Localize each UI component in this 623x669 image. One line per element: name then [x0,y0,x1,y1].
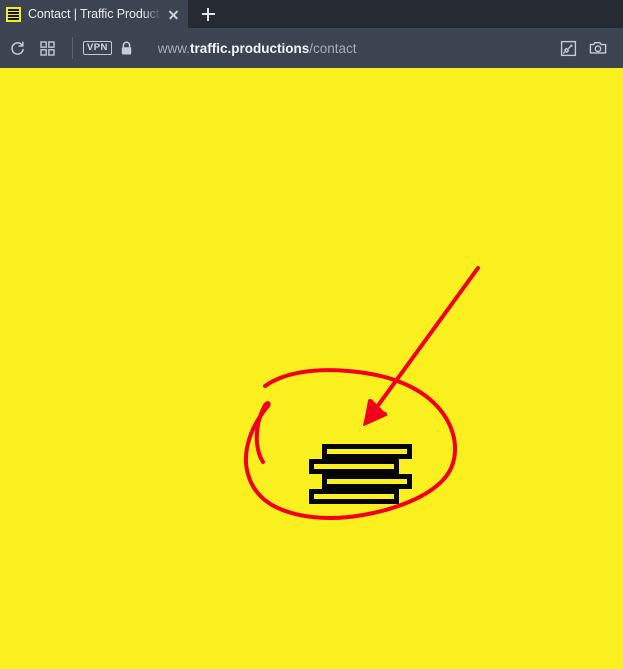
red-annotation-overlay [0,68,623,669]
reload-icon[interactable] [2,33,32,63]
url-scheme: www. [158,41,190,56]
browser-toolbar: VPN www.traffic.productions/contact [0,28,623,68]
pointer-arrow-head [366,401,385,422]
pointer-arrow-head-fill [364,400,386,425]
close-icon[interactable] [164,5,182,23]
tab-strip: Contact | Traffic Productions [0,0,623,28]
browser-window: Contact | Traffic Productions VPN [0,0,623,669]
pin-icon[interactable] [553,33,583,63]
camera-icon[interactable] [583,33,613,63]
logo-bar-1 [322,444,412,459]
tab-contact-traffic-productions[interactable]: Contact | Traffic Productions [0,0,188,28]
url-path: /contact [309,41,356,56]
grid-apps-icon[interactable] [32,33,62,63]
toolbar-divider [72,37,73,59]
tab-favicon-icon [6,7,21,22]
pointer-arrow-shaft [366,268,478,422]
traffic-productions-logo [309,444,412,506]
logo-bar-4 [309,489,399,504]
tab-title: Contact | Traffic Productions [28,7,162,21]
lock-icon[interactable] [120,41,136,56]
new-tab-button[interactable] [188,0,228,28]
toolbar-actions [553,33,613,63]
page-viewport [0,68,623,669]
logo-bar-2 [309,459,399,474]
logo-bar-3 [322,474,412,489]
vpn-badge[interactable]: VPN [83,41,112,55]
url-host: traffic.productions [190,41,309,56]
url-bar[interactable]: www.traffic.productions/contact [158,41,553,56]
